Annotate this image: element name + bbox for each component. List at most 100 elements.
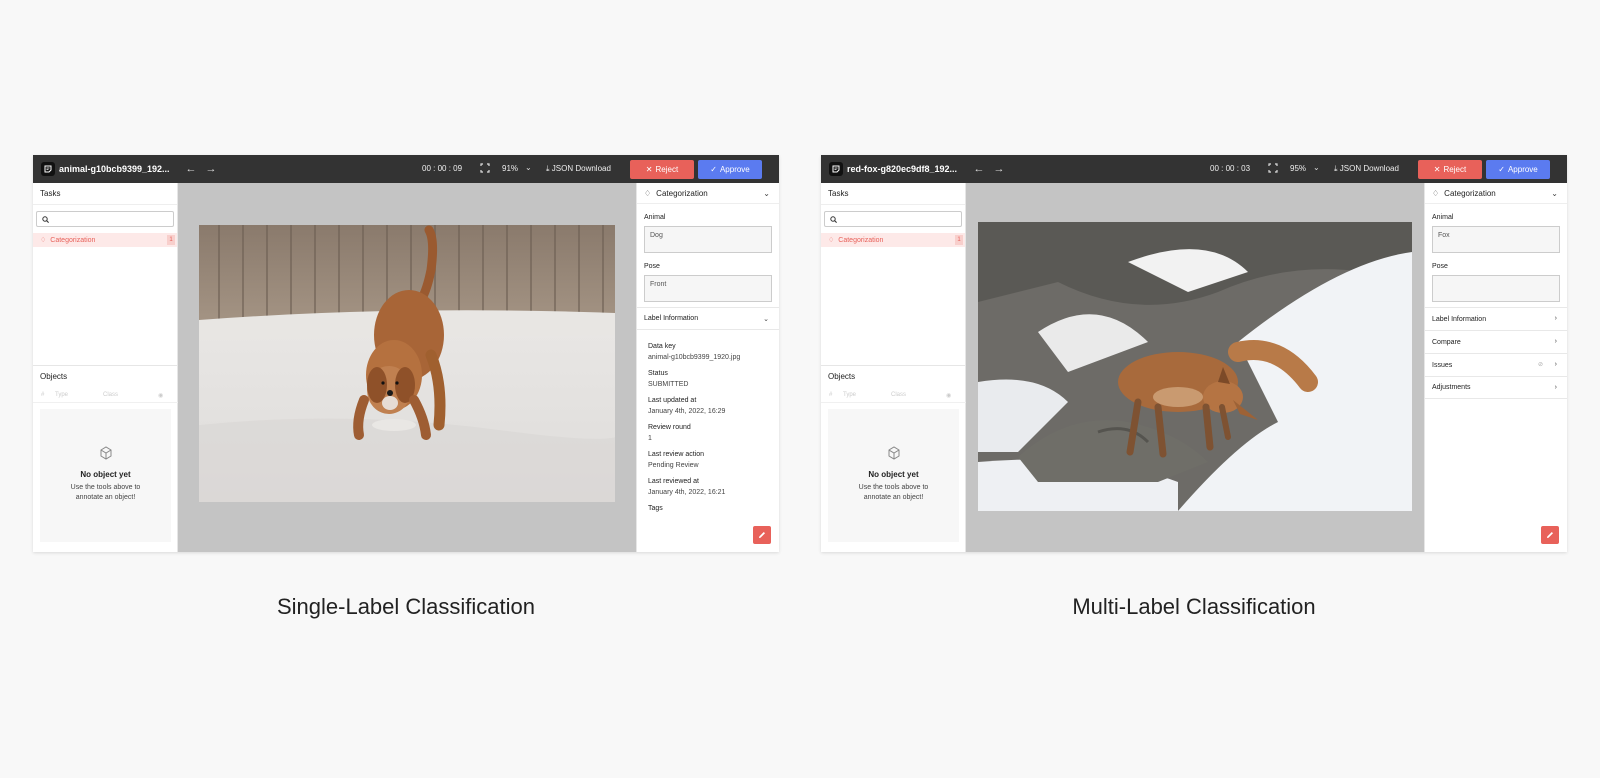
multi-label-panel: red-fox-g820ec9df8_192... ← → 00 : 00 : … xyxy=(821,155,1567,552)
approve-label: Approve xyxy=(1507,165,1538,174)
right-panel: ♢ Categorization ⌄ Animal Fox Pose Label… xyxy=(1424,183,1567,552)
zoom-level[interactable]: 95% xyxy=(1290,164,1306,173)
col-type: Type xyxy=(55,392,69,398)
json-download-label: JSON Download xyxy=(551,164,611,173)
reject-label: Reject xyxy=(655,165,679,174)
empty-objects: No object yet Use the tools above to ann… xyxy=(40,409,171,542)
empty-objects: No object yet Use the tools above to ann… xyxy=(828,409,959,542)
edit-button[interactable] xyxy=(753,526,771,544)
reject-button[interactable]: ✕ Reject xyxy=(630,160,694,179)
close-icon: ✕ xyxy=(1433,165,1441,174)
single-label-panel: animal-g10bcb9399_192... ← → 00 : 00 : 0… xyxy=(33,155,779,552)
pose-field[interactable] xyxy=(1432,275,1560,302)
chevron-down-icon[interactable]: ⌄ xyxy=(525,163,532,172)
section-adjustments[interactable]: Adjustments › xyxy=(1425,376,1567,399)
fullscreen-icon[interactable] xyxy=(1268,163,1278,173)
eye-off-icon[interactable]: ⊘ xyxy=(1538,361,1543,368)
col-class: Class xyxy=(891,392,907,398)
section-issues[interactable]: Issues ⊘ › xyxy=(1425,353,1567,376)
zoom-level[interactable]: 91% xyxy=(502,164,518,173)
search-input[interactable] xyxy=(824,211,962,227)
tag-icon: ♢ xyxy=(828,237,835,244)
info-key: Data key xyxy=(648,343,676,350)
section-label: Issues xyxy=(1432,361,1453,369)
tasks-title: Tasks xyxy=(821,183,965,205)
json-download-button[interactable]: ⤓ JSON Download xyxy=(1334,164,1399,174)
close-icon: ✕ xyxy=(645,165,653,174)
search-input[interactable] xyxy=(36,211,174,227)
info-key: Last reviewed at xyxy=(648,478,699,485)
pencil-icon xyxy=(759,532,765,538)
empty-object-icon xyxy=(888,446,899,460)
animal-label: Animal xyxy=(1432,214,1454,221)
chevron-down-icon[interactable]: ⌄ xyxy=(1551,189,1558,198)
download-icon: ⤓ xyxy=(546,164,550,173)
categorization-header[interactable]: ♢ Categorization ⌄ xyxy=(1425,183,1567,204)
chevron-right-icon[interactable]: › xyxy=(1555,338,1557,345)
tasks-title: Tasks xyxy=(33,183,177,205)
categorization-title: Categorization xyxy=(656,188,708,198)
categorization-header[interactable]: ♢ Categorization ⌄ xyxy=(637,183,779,204)
pose-field[interactable]: Front xyxy=(644,275,772,302)
chevron-down-icon[interactable]: ⌄ xyxy=(763,189,770,198)
caption-multi-label: Multi-Label Classification xyxy=(1072,594,1316,619)
section-label: Label Information xyxy=(1432,315,1487,323)
tag-icon: ♢ xyxy=(40,237,47,244)
task-item-categorization[interactable]: ♢ Categorization 1 xyxy=(33,233,177,247)
arrow-left-icon[interactable]: ← xyxy=(973,163,985,175)
top-toolbar: red-fox-g820ec9df8_192... ← → 00 : 00 : … xyxy=(821,155,1567,183)
image-canvas[interactable] xyxy=(178,183,636,552)
objects-title: Objects xyxy=(33,365,178,387)
chevron-right-icon[interactable]: › xyxy=(1555,384,1557,391)
task-label: Categorization xyxy=(838,236,884,244)
arrow-right-icon[interactable]: → xyxy=(205,163,217,175)
reject-button[interactable]: ✕ Reject xyxy=(1418,160,1482,179)
info-value: 1 xyxy=(648,435,652,442)
chevron-right-icon[interactable]: › xyxy=(1555,315,1557,322)
no-object-line1: Use the tools above to xyxy=(70,484,141,491)
animal-label: Animal xyxy=(644,214,666,221)
logo-icon xyxy=(829,162,843,176)
arrow-left-icon[interactable]: ← xyxy=(185,163,197,175)
label-information-list: Data key animal-g10bcb9399_1920.jpg Stat… xyxy=(637,330,779,512)
json-download-button[interactable]: ⤓ JSON Download xyxy=(546,164,611,174)
approve-button[interactable]: ✓ Approve xyxy=(1486,160,1550,179)
no-object-line1: Use the tools above to xyxy=(858,484,929,491)
approve-label: Approve xyxy=(719,165,750,174)
objects-columns: # Type Class ◉ xyxy=(821,387,966,403)
label-information-title: Label Information xyxy=(644,315,699,322)
timer: 00 : 00 : 03 xyxy=(1210,164,1251,173)
search-icon xyxy=(42,216,49,223)
caption-single-label: Single-Label Classification xyxy=(276,594,536,619)
fullscreen-icon[interactable] xyxy=(480,163,490,173)
pose-label: Pose xyxy=(1432,263,1448,270)
info-key: Tags xyxy=(648,505,663,512)
section-compare[interactable]: Compare › xyxy=(1425,330,1567,353)
pencil-icon xyxy=(1547,532,1553,538)
approve-button[interactable]: ✓ Approve xyxy=(698,160,762,179)
edit-button[interactable] xyxy=(1541,526,1559,544)
file-name: red-fox-g820ec9df8_192... xyxy=(847,164,957,174)
chevron-right-icon[interactable]: › xyxy=(1555,361,1557,368)
top-toolbar: animal-g10bcb9399_192... ← → 00 : 00 : 0… xyxy=(33,155,779,183)
objects-columns: # Type Class ◉ xyxy=(33,387,178,403)
search-icon xyxy=(830,216,837,223)
no-object-line2: annotate an object! xyxy=(863,494,924,501)
no-object-title: No object yet xyxy=(868,470,919,479)
chevron-down-icon[interactable]: ⌄ xyxy=(1313,163,1320,172)
eye-icon[interactable]: ◉ xyxy=(946,392,951,399)
label-information-header[interactable]: Label Information ⌄ xyxy=(637,307,779,330)
arrow-right-icon[interactable]: → xyxy=(993,163,1005,175)
chevron-down-icon[interactable]: ⌄ xyxy=(763,315,769,323)
animal-field[interactable]: Dog xyxy=(644,226,772,253)
task-item-categorization[interactable]: ♢ Categorization 1 xyxy=(821,233,965,247)
download-icon: ⤓ xyxy=(1334,164,1338,173)
eye-icon[interactable]: ◉ xyxy=(158,392,163,399)
image-canvas[interactable] xyxy=(966,183,1424,552)
file-name: animal-g10bcb9399_192... xyxy=(59,164,169,174)
task-label: Categorization xyxy=(50,236,96,244)
task-count-badge: 1 xyxy=(955,235,963,245)
section-label-information[interactable]: Label Information › xyxy=(1425,307,1567,330)
section-label: Adjustments xyxy=(1432,384,1471,391)
animal-field[interactable]: Fox xyxy=(1432,226,1560,253)
